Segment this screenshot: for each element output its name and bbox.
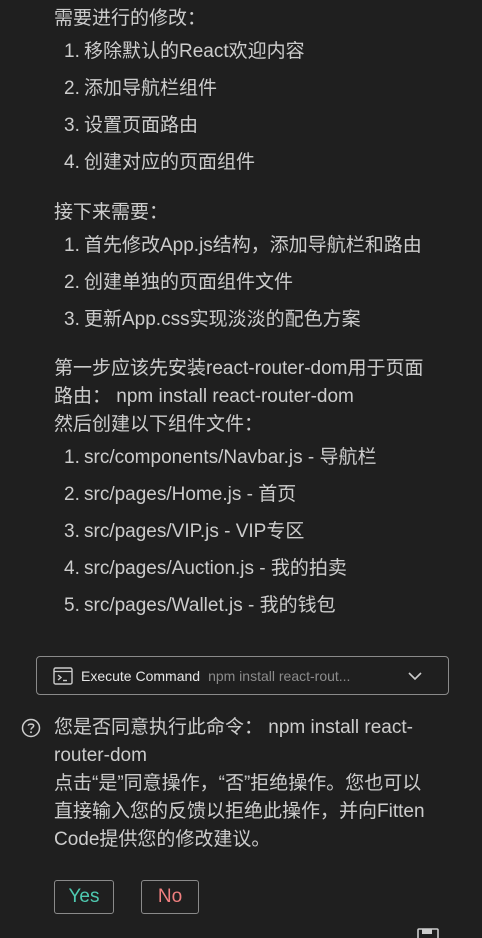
list-item: 1. 移除默认的React欢迎内容 <box>64 41 305 62</box>
changes-heading: 需要进行的修改： <box>54 8 207 29</box>
confirm-line-1: 您是否同意执行此命令： npm install react- <box>54 717 413 738</box>
changes-list: 1. 移除默认的React欢迎内容 2. 添加导航栏组件 3. 设置页面路由 4. 创建… <box>54 33 462 181</box>
list-item: 1. src/components/Navbar.js - 导航栏 <box>64 447 377 468</box>
first-step-section: 第一步应该先安装react-router-dom用于页面 路由： npm ins… <box>54 355 462 624</box>
confirm-line-5: Code提供您的修改建议。 <box>54 829 271 850</box>
confirm-message: 您是否同意执行此命令： npm install react- router-do… <box>54 714 444 854</box>
no-button[interactable]: No <box>141 880 199 914</box>
step-line-3: 然后创建以下组件文件： <box>54 414 264 435</box>
list-item: 2. src/pages/Home.js - 首页 <box>64 484 297 505</box>
changes-section: 需要进行的修改： 1. 移除默认的React欢迎内容 2. 添加导航栏组件 3. 设置… <box>54 5 462 181</box>
confirm-line-2: router-dom <box>54 745 147 766</box>
chevron-down-icon[interactable] <box>408 669 422 683</box>
list-item: 4. 创建对应的页面组件 <box>64 152 256 173</box>
execute-command-panel[interactable]: Execute Command npm install react-rout..… <box>36 656 449 695</box>
list-item: 5. src/pages/Wallet.js - 我的钱包 <box>64 595 336 616</box>
list-item: 3. 更新App.css实现淡淡的配色方案 <box>64 309 361 330</box>
next-steps-list: 1. 首先修改App.js结构，添加导航栏和路由 2. 创建单独的页面组件文件 3.… <box>54 227 462 338</box>
execute-command-title: Execute Command <box>81 667 201 684</box>
confirm-line-3: 点击“是”同意操作，“否”拒绝操作。您也可以 <box>54 773 422 794</box>
execute-command-preview: npm install react-rout... <box>208 667 351 684</box>
list-item: 3. 设置页面路由 <box>64 115 199 136</box>
list-item: 4. src/pages/Auction.js - 我的拍卖 <box>64 558 347 579</box>
step-line-1: 第一步应该先安装react-router-dom用于页面 <box>54 358 424 379</box>
list-item: 3. src/pages/VIP.js - VIP专区 <box>64 521 305 542</box>
next-steps-heading: 接下来需要： <box>54 202 169 223</box>
yes-button[interactable]: Yes <box>54 880 114 914</box>
next-steps-section: 接下来需要： 1. 首先修改App.js结构，添加导航栏和路由 2. 创建单独的页面… <box>54 199 462 338</box>
question-circle-icon <box>21 718 41 738</box>
list-item: 2. 创建单独的页面组件文件 <box>64 272 294 293</box>
list-item: 2. 添加导航栏组件 <box>64 78 218 99</box>
step-line-2: 路由： npm install react-router-dom <box>54 386 354 407</box>
list-item: 1. 首先修改App.js结构，添加导航栏和路由 <box>64 235 422 256</box>
terminal-icon <box>53 666 73 685</box>
chat-panel: 需要进行的修改： 1. 移除默认的React欢迎内容 2. 添加导航栏组件 3. 设置… <box>0 0 482 938</box>
files-list: 1. src/components/Navbar.js - 导航栏 2. src/p… <box>54 439 462 624</box>
save-icon[interactable] <box>417 928 439 938</box>
confirm-line-4: 直接输入您的反馈以拒绝此操作，并向Fitten <box>54 801 425 822</box>
